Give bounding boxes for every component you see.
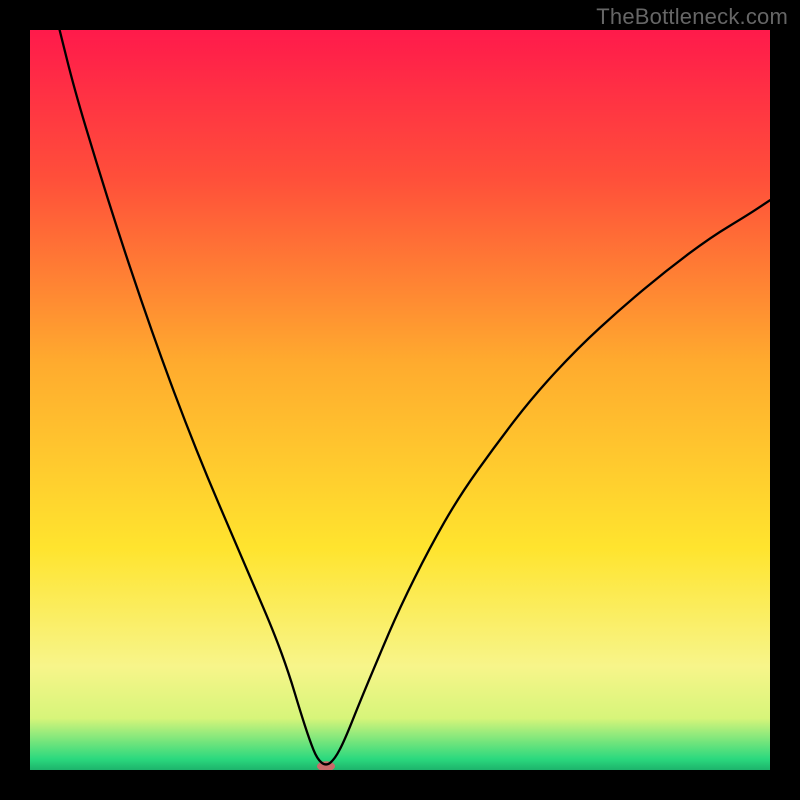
plot-area — [30, 30, 770, 770]
gradient-background — [30, 30, 770, 770]
watermark-text: TheBottleneck.com — [596, 4, 788, 30]
chart-frame: TheBottleneck.com — [0, 0, 800, 800]
chart-svg — [30, 30, 770, 770]
